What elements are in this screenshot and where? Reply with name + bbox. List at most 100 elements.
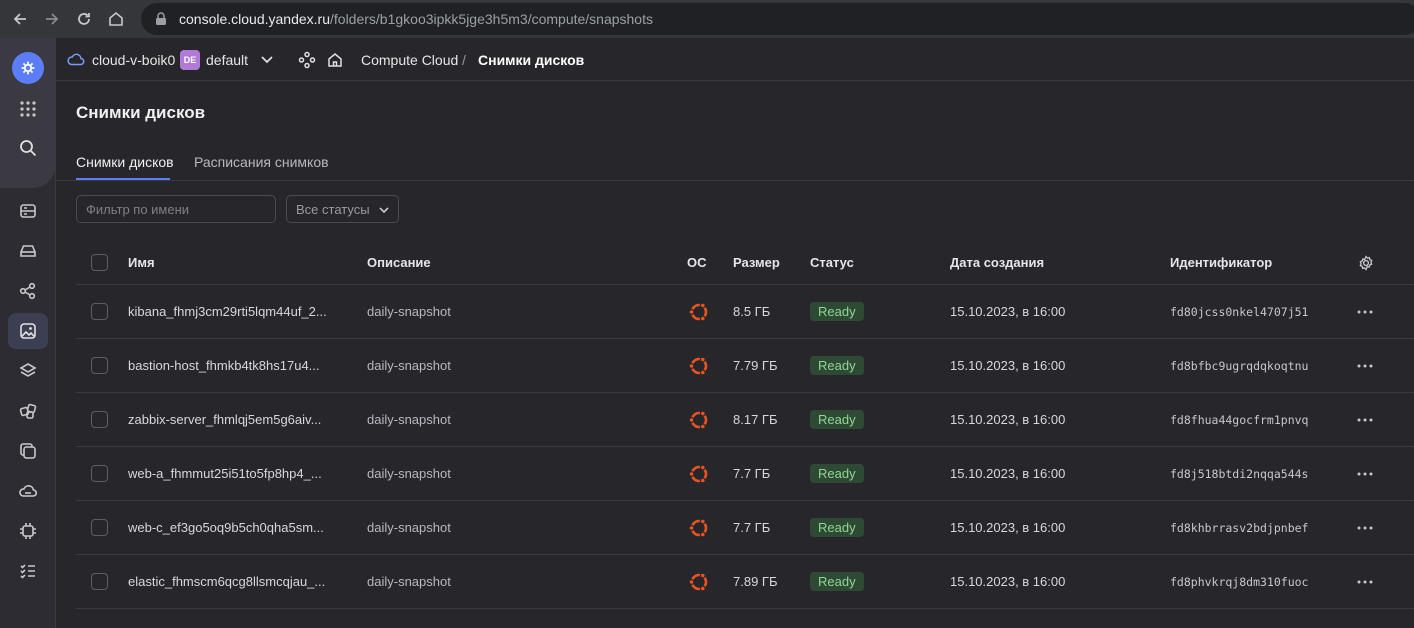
image-icon [20, 323, 36, 339]
console-header: cloud-v-boik0 DE default Compute Cloud /… [56, 38, 1414, 81]
rail-disks-button[interactable] [8, 233, 48, 269]
more-actions-icon[interactable] [1357, 310, 1373, 314]
snapshot-id: fd8j518btdi2nqqa544s [1170, 466, 1309, 481]
table-row[interactable]: kibana_fhmj3cm29rti5lqm44uf_2... daily-s… [76, 285, 1414, 339]
snapshot-id: fd8fhua44gocfrm1pnvq [1170, 412, 1309, 427]
copy-icon [20, 443, 36, 459]
ubuntu-icon [688, 517, 708, 538]
cloud-name[interactable]: cloud-v-boik0 [92, 52, 175, 68]
status-badge: Ready [810, 572, 864, 591]
table-settings-gear-icon[interactable] [1358, 254, 1374, 271]
table-row[interactable]: web-a_fhmmut25i51to5fp8hp4_... daily-sna… [76, 447, 1414, 501]
snapshot-created: 15.10.2023, в 16:00 [950, 574, 1066, 589]
ubuntu-icon [688, 571, 708, 592]
reload-button[interactable] [68, 0, 100, 38]
snapshot-id: fd8bfbc9ugrqdqkoqtnu [1170, 358, 1309, 373]
tab-snapshots[interactable]: Снимки дисков [76, 154, 174, 170]
snapshot-size: 7.7 ГБ [733, 520, 771, 535]
services-icon[interactable] [298, 51, 316, 69]
table-row[interactable]: bastion-host_fhmkb4tk8hs17u4... daily-sn… [76, 339, 1414, 393]
rail-images-button[interactable] [8, 353, 48, 389]
search-button[interactable] [8, 130, 48, 166]
snapshot-id: fd8khbrrasv2bdjpnbef [1170, 520, 1309, 535]
column-header-name[interactable]: Имя [128, 241, 155, 284]
column-header-status[interactable]: Статус [810, 241, 854, 284]
rail-vms-button[interactable] [8, 193, 48, 229]
disk-icon [20, 245, 36, 257]
status-badge: Ready [810, 302, 864, 321]
home-button[interactable] [100, 0, 132, 38]
more-actions-icon[interactable] [1357, 418, 1373, 422]
arrow-left-icon [13, 13, 26, 25]
rail-hardware-button[interactable] [8, 513, 48, 549]
row-checkbox[interactable] [91, 519, 108, 536]
chevron-down-icon[interactable] [260, 54, 274, 66]
table-row[interactable]: elastic_fhmscm6qcg8llsmcqjau_... daily-s… [76, 555, 1414, 609]
home-icon[interactable] [326, 51, 344, 69]
ubuntu-icon [688, 463, 708, 484]
snapshot-name[interactable]: zabbix-server_fhmlqj5em5g6aiv... [128, 393, 321, 446]
ubuntu-icon [688, 409, 708, 430]
back-button[interactable] [4, 0, 36, 38]
row-checkbox[interactable] [91, 465, 108, 482]
table-row[interactable]: zabbix-server_fhmlqj5em5g6aiv... daily-s… [76, 393, 1414, 447]
snapshot-created: 15.10.2023, в 16:00 [950, 412, 1066, 427]
snapshots-table: Имя Описание ОС Размер Статус Дата созда… [76, 241, 1414, 609]
more-actions-icon[interactable] [1357, 526, 1373, 530]
snapshot-name[interactable]: elastic_fhmscm6qcg8llsmcqjau_... [128, 555, 325, 608]
snapshot-created: 15.10.2023, в 16:00 [950, 466, 1066, 481]
snapshot-description: daily-snapshot [367, 520, 451, 535]
services-grid-button[interactable] [8, 91, 48, 127]
snapshot-size: 7.89 ГБ [733, 574, 778, 589]
snapshot-created: 15.10.2023, в 16:00 [950, 520, 1066, 535]
table-header: Имя Описание ОС Размер Статус Дата созда… [76, 241, 1414, 285]
layers-icon [19, 363, 37, 377]
row-checkbox[interactable] [91, 573, 108, 590]
rail-operations-button[interactable] [8, 553, 48, 589]
snapshot-name[interactable]: bastion-host_fhmkb4tk8hs17u4... [128, 339, 320, 392]
tab-snapshot-schedules[interactable]: Расписания снимков [194, 154, 329, 170]
rail-cloud-button[interactable] [8, 473, 48, 509]
snapshot-name[interactable]: kibana_fhmj3cm29rti5lqm44uf_2... [128, 285, 327, 338]
folder-name[interactable]: default [206, 52, 248, 68]
status-filter-select[interactable]: Все статусы [286, 195, 399, 223]
arrow-right-icon [46, 13, 59, 25]
ubuntu-icon [688, 355, 708, 376]
status-badge: Ready [810, 464, 864, 483]
snapshot-name[interactable]: web-c_ef3go5oq9b5ch0qha5sm... [128, 501, 324, 554]
row-checkbox[interactable] [91, 303, 108, 320]
snapshot-size: 7.79 ГБ [733, 358, 778, 373]
column-header-os[interactable]: ОС [687, 241, 707, 284]
snapshot-size: 7.7 ГБ [733, 466, 771, 481]
column-header-id[interactable]: Идентификатор [1170, 241, 1272, 284]
rail-placement-button[interactable] [8, 273, 48, 309]
row-checkbox[interactable] [91, 411, 108, 428]
column-header-description[interactable]: Описание [367, 241, 431, 284]
address-bar[interactable]: console.cloud.yandex.ru/folders/b1gkoo3i… [141, 3, 1414, 35]
rail-copy-button[interactable] [8, 433, 48, 469]
row-checkbox[interactable] [91, 357, 108, 374]
table-row[interactable]: web-c_ef3go5oq9b5ch0qha5sm... daily-snap… [76, 501, 1414, 555]
cloud-icon [67, 53, 85, 66]
cloud-logo-button[interactable] [12, 52, 44, 84]
forward-button[interactable] [36, 0, 68, 38]
grid-icon [20, 101, 36, 117]
status-badge: Ready [810, 410, 864, 429]
snapshot-name[interactable]: web-a_fhmmut25i51to5fp8hp4_... [128, 447, 322, 500]
rail-instance-groups-button[interactable] [8, 393, 48, 429]
breadcrumb-service[interactable]: Compute Cloud [361, 52, 458, 68]
column-header-created[interactable]: Дата создания [950, 241, 1044, 284]
home-icon [109, 11, 123, 26]
chip-icon [20, 523, 36, 539]
share-nodes-icon [19, 282, 36, 300]
more-actions-icon[interactable] [1357, 472, 1373, 476]
select-all-checkbox[interactable] [91, 254, 108, 271]
rail-snapshots-button[interactable] [8, 313, 48, 349]
column-header-size[interactable]: Размер [733, 241, 780, 284]
more-actions-icon[interactable] [1357, 364, 1373, 368]
name-filter-input[interactable] [76, 195, 276, 223]
page-tabs: Снимки дисков Расписания снимков [56, 146, 1414, 181]
status-badge: Ready [810, 518, 864, 537]
ubuntu-icon [688, 301, 708, 322]
more-actions-icon[interactable] [1357, 580, 1373, 584]
